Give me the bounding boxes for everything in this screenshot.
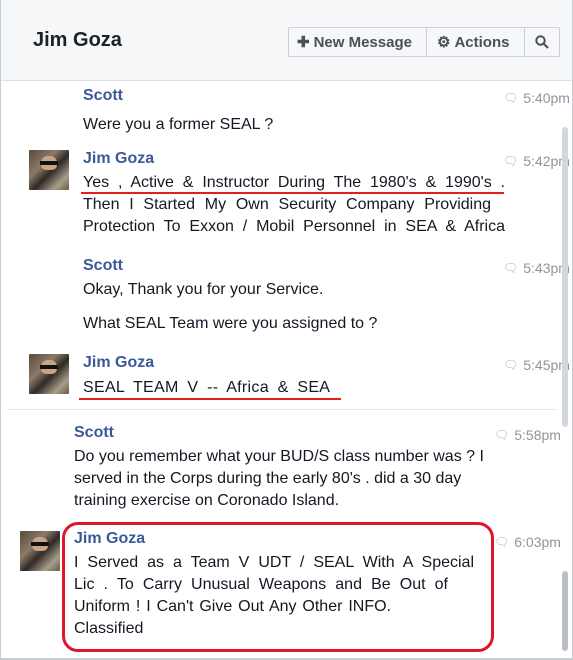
- message-timestamp: 🗨 5:58pm: [494, 427, 561, 443]
- header-button-group: ✚ New Message ⚙ Actions: [288, 27, 560, 57]
- message-author[interactable]: Scott: [83, 257, 123, 275]
- message-timestamp: 🗨 5:43pm: [503, 260, 570, 276]
- message-author[interactable]: Jim Goza: [83, 354, 154, 372]
- message-text-line: served in the Corps during the early 80'…: [74, 470, 462, 487]
- red-underline-annotation: [79, 398, 341, 400]
- conversation-title: Jim Goza: [33, 29, 122, 51]
- message-text: SEAL TEAM V -- Africa & SEA: [83, 379, 331, 396]
- message-item: Jim Goza 🗨 5:42pm Yes , Active & Instruc…: [1, 150, 570, 240]
- message-author[interactable]: Scott: [83, 87, 123, 105]
- actions-label: Actions: [454, 33, 510, 51]
- chat-bubble-icon: 🗨: [494, 428, 510, 442]
- avatar[interactable]: [29, 150, 69, 190]
- timestamp-text: 6:03pm: [514, 534, 561, 550]
- message-item: Scott 🗨 5:43pm Okay, Thank you for your …: [1, 257, 570, 347]
- gear-icon: ⚙: [437, 34, 451, 51]
- message-timestamp: 🗨 5:45pm: [503, 357, 570, 373]
- actions-button[interactable]: ⚙ Actions: [427, 28, 525, 56]
- search-button[interactable]: [525, 28, 559, 56]
- avatar[interactable]: [29, 354, 69, 394]
- message-text-line: Do you remember what your BUD/S class nu…: [74, 448, 484, 465]
- conversation-window: Jim Goza ✚ New Message ⚙ Actions Scott 🗨…: [0, 0, 573, 659]
- avatar[interactable]: [20, 531, 60, 571]
- message-item: Scott 🗨 5:58pm Do you remember what your…: [1, 424, 561, 514]
- red-highlight-annotation: [62, 522, 494, 652]
- new-message-label: New Message: [313, 33, 412, 51]
- message-timestamp: 🗨 5:42pm: [503, 153, 570, 169]
- timestamp-text: 5:58pm: [514, 427, 561, 443]
- message-text-line: Then I Started My Own Security Company P…: [83, 196, 491, 213]
- message-text-line: Okay, Thank you for your Service.: [83, 281, 324, 298]
- new-message-button[interactable]: ✚ New Message: [289, 28, 427, 56]
- plus-icon: ✚: [297, 34, 310, 51]
- chat-bubble-icon: 🗨: [494, 535, 510, 549]
- chat-bubble-icon: 🗨: [503, 91, 519, 105]
- scrollbar-track-upper[interactable]: [562, 127, 568, 427]
- scrollbar-thumb[interactable]: [562, 571, 568, 651]
- message-item: Scott 🗨 5:40pm Were you a former SEAL ?: [1, 87, 570, 137]
- message-text-line: Yes , Active & Instructor During The 198…: [83, 174, 505, 191]
- message-list[interactable]: Scott 🗨 5:40pm Were you a former SEAL ? …: [1, 81, 572, 658]
- conversation-header: Jim Goza ✚ New Message ⚙ Actions: [1, 0, 572, 81]
- message-item: Jim Goza 🗨 5:45pm SEAL TEAM V -- Africa …: [1, 354, 570, 404]
- chat-bubble-icon: 🗨: [503, 261, 519, 275]
- message-text-line: training exercise on Coronado Island.: [74, 492, 340, 509]
- chat-bubble-icon: 🗨: [503, 154, 519, 168]
- timestamp-text: 5:40pm: [523, 90, 570, 106]
- search-icon: [535, 35, 549, 49]
- divider: [7, 409, 557, 410]
- message-timestamp: 🗨 5:40pm: [503, 90, 570, 106]
- message-timestamp: 🗨 6:03pm: [494, 534, 561, 550]
- message-author[interactable]: Jim Goza: [83, 150, 154, 168]
- message-text: Were you a former SEAL ?: [83, 116, 274, 133]
- chat-bubble-icon: 🗨: [503, 358, 519, 372]
- message-text-line: What SEAL Team were you assigned to ?: [83, 315, 378, 332]
- message-author[interactable]: Scott: [74, 424, 114, 442]
- message-text-line: Protection To Exxon / Mobil Personnel in…: [83, 218, 505, 235]
